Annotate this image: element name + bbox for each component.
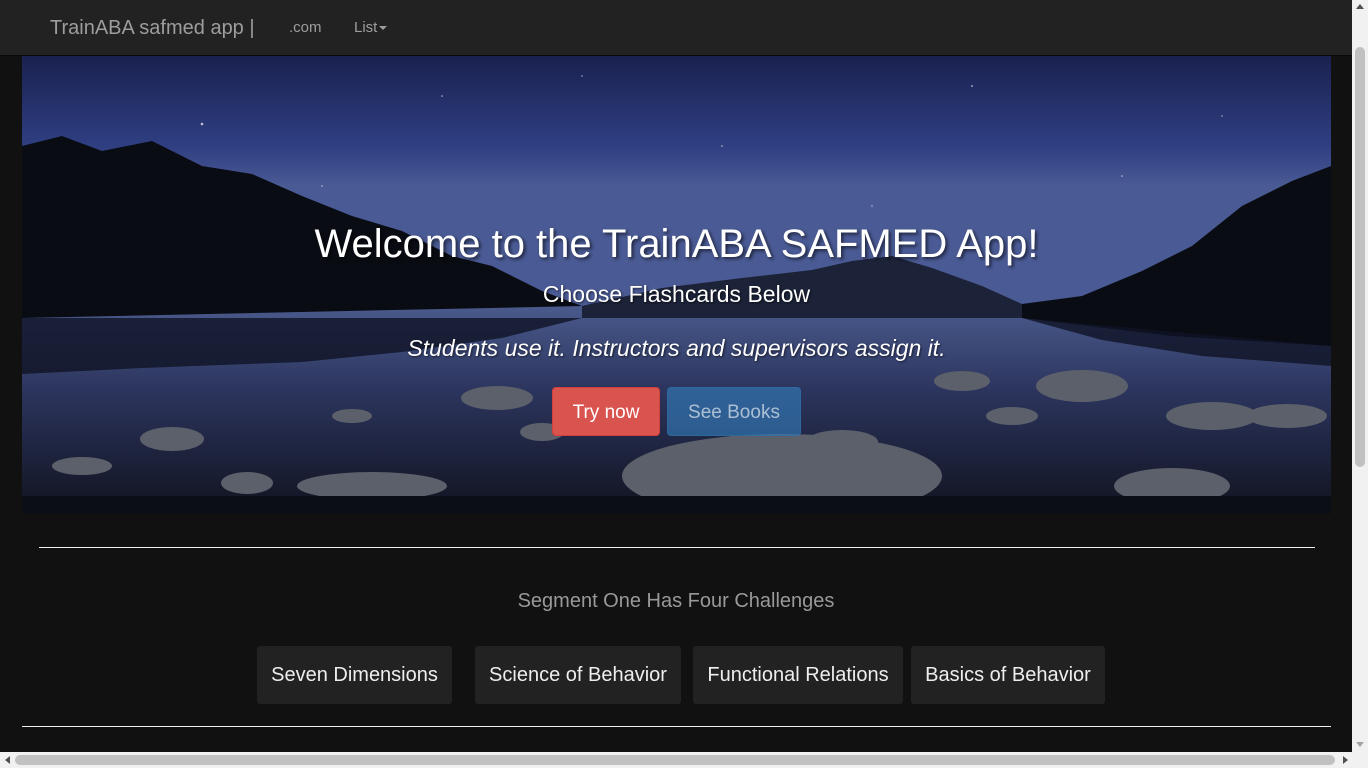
scroll-right-arrow-icon[interactable] (1343, 756, 1348, 764)
see-books-button[interactable]: See Books (667, 387, 801, 436)
navbar: TrainABA safmed app | .com List (0, 0, 1352, 56)
hero-tagline: Students use it. Instructors and supervi… (407, 335, 946, 361)
vertical-scrollbar-thumb[interactable] (1355, 47, 1365, 467)
hero-content: Welcome to the TrainABA SAFMED App! Choo… (22, 56, 1331, 514)
segment-heading: Segment One Has Four Challenges (517, 590, 835, 612)
nav-link-com[interactable]: .com (289, 18, 322, 38)
hero-subtitle: Choose Flashcards Below (542, 281, 811, 307)
challenge-seven-dimensions-button[interactable]: Seven Dimensions (257, 646, 452, 704)
divider (39, 547, 1315, 548)
scroll-left-arrow-icon[interactable] (5, 756, 10, 764)
challenge-functional-relations-button[interactable]: Functional Relations (693, 646, 903, 704)
navbar-brand[interactable]: TrainABA safmed app | (50, 15, 255, 41)
challenge-science-of-behavior-button[interactable]: Science of Behavior (475, 646, 681, 704)
scroll-down-arrow-icon[interactable] (1356, 742, 1364, 747)
try-now-button[interactable]: Try now (552, 387, 660, 436)
nav-dropdown-list-label: List (354, 19, 378, 36)
divider (22, 726, 1331, 727)
challenge-basics-of-behavior-button[interactable]: Basics of Behavior (911, 646, 1105, 704)
page: TrainABA safmed app | .com List Welcome … (0, 0, 1368, 768)
hero-banner: Welcome to the TrainABA SAFMED App! Choo… (22, 56, 1331, 514)
hero-title: Welcome to the TrainABA SAFMED App! (314, 222, 1039, 266)
scroll-up-arrow-icon[interactable] (1356, 4, 1364, 9)
nav-dropdown-list[interactable]: List (354, 18, 388, 38)
horizontal-scrollbar[interactable] (0, 752, 1368, 768)
horizontal-scrollbar-thumb[interactable] (15, 755, 1335, 765)
caret-down-icon (379, 26, 388, 31)
vertical-scrollbar[interactable] (1352, 0, 1368, 752)
